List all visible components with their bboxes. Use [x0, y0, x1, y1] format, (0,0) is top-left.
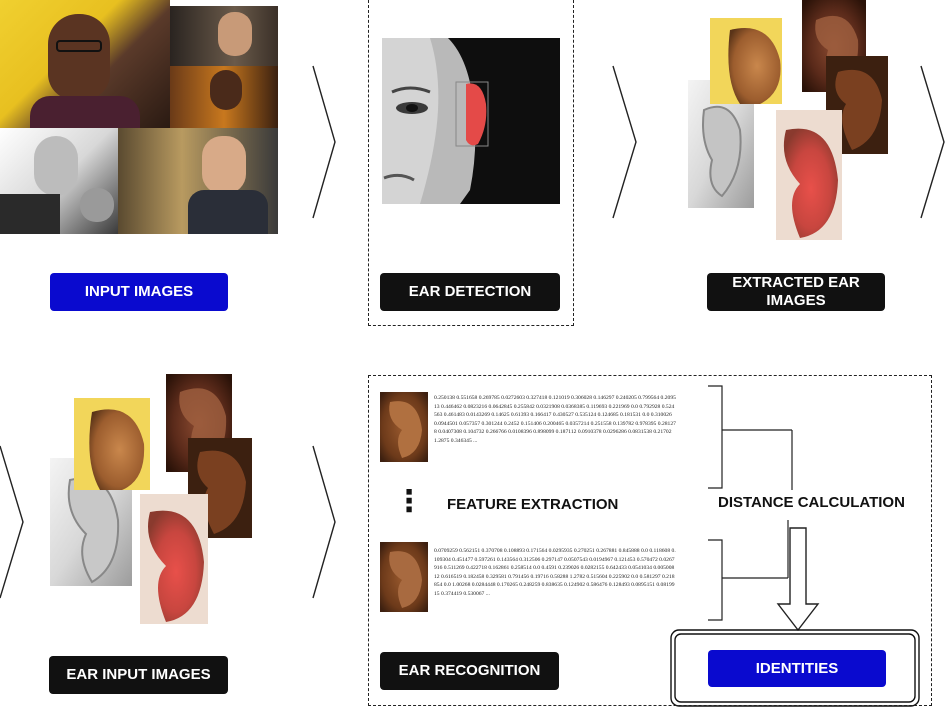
input-photo-2 — [170, 6, 278, 66]
input-photo-5 — [118, 128, 278, 234]
ear-recognition-label: EAR RECOGNITION — [380, 652, 559, 690]
input-photo-1 — [0, 0, 170, 128]
vertical-ellipsis: ⋮ — [394, 484, 424, 519]
ear-detection-label: EAR DETECTION — [380, 273, 560, 311]
feature-extraction-text: FEATURE EXTRACTION — [447, 496, 619, 513]
chevron-arrow-4 — [0, 445, 24, 599]
chevron-arrow-5 — [312, 445, 336, 599]
feature-vector-1: 0.250138 0.551658 0.269785 0.0272603 0.3… — [434, 395, 676, 444]
extracted-ear-images-label: EXTRACTED EAR IMAGES — [707, 273, 885, 311]
chevron-arrow-3 — [920, 65, 945, 219]
chevron-arrow-1 — [312, 65, 336, 219]
extracted-ear-collage — [688, 0, 888, 240]
chevron-arrow-2 — [612, 65, 637, 219]
ear-input-collage — [50, 374, 252, 624]
input-images-label: INPUT IMAGES — [50, 273, 228, 311]
ear-input-images-label: EAR INPUT IMAGES — [49, 656, 228, 694]
distance-calculation-text: DISTANCE CALCULATION — [718, 494, 905, 511]
input-photo-3 — [170, 66, 278, 128]
feature-vector-2: 0.0709259 0.562151 0.370708 0.108893 0.1… — [434, 548, 676, 597]
identities-label: IDENTITIES — [708, 650, 886, 687]
input-photo-4 — [0, 128, 118, 234]
